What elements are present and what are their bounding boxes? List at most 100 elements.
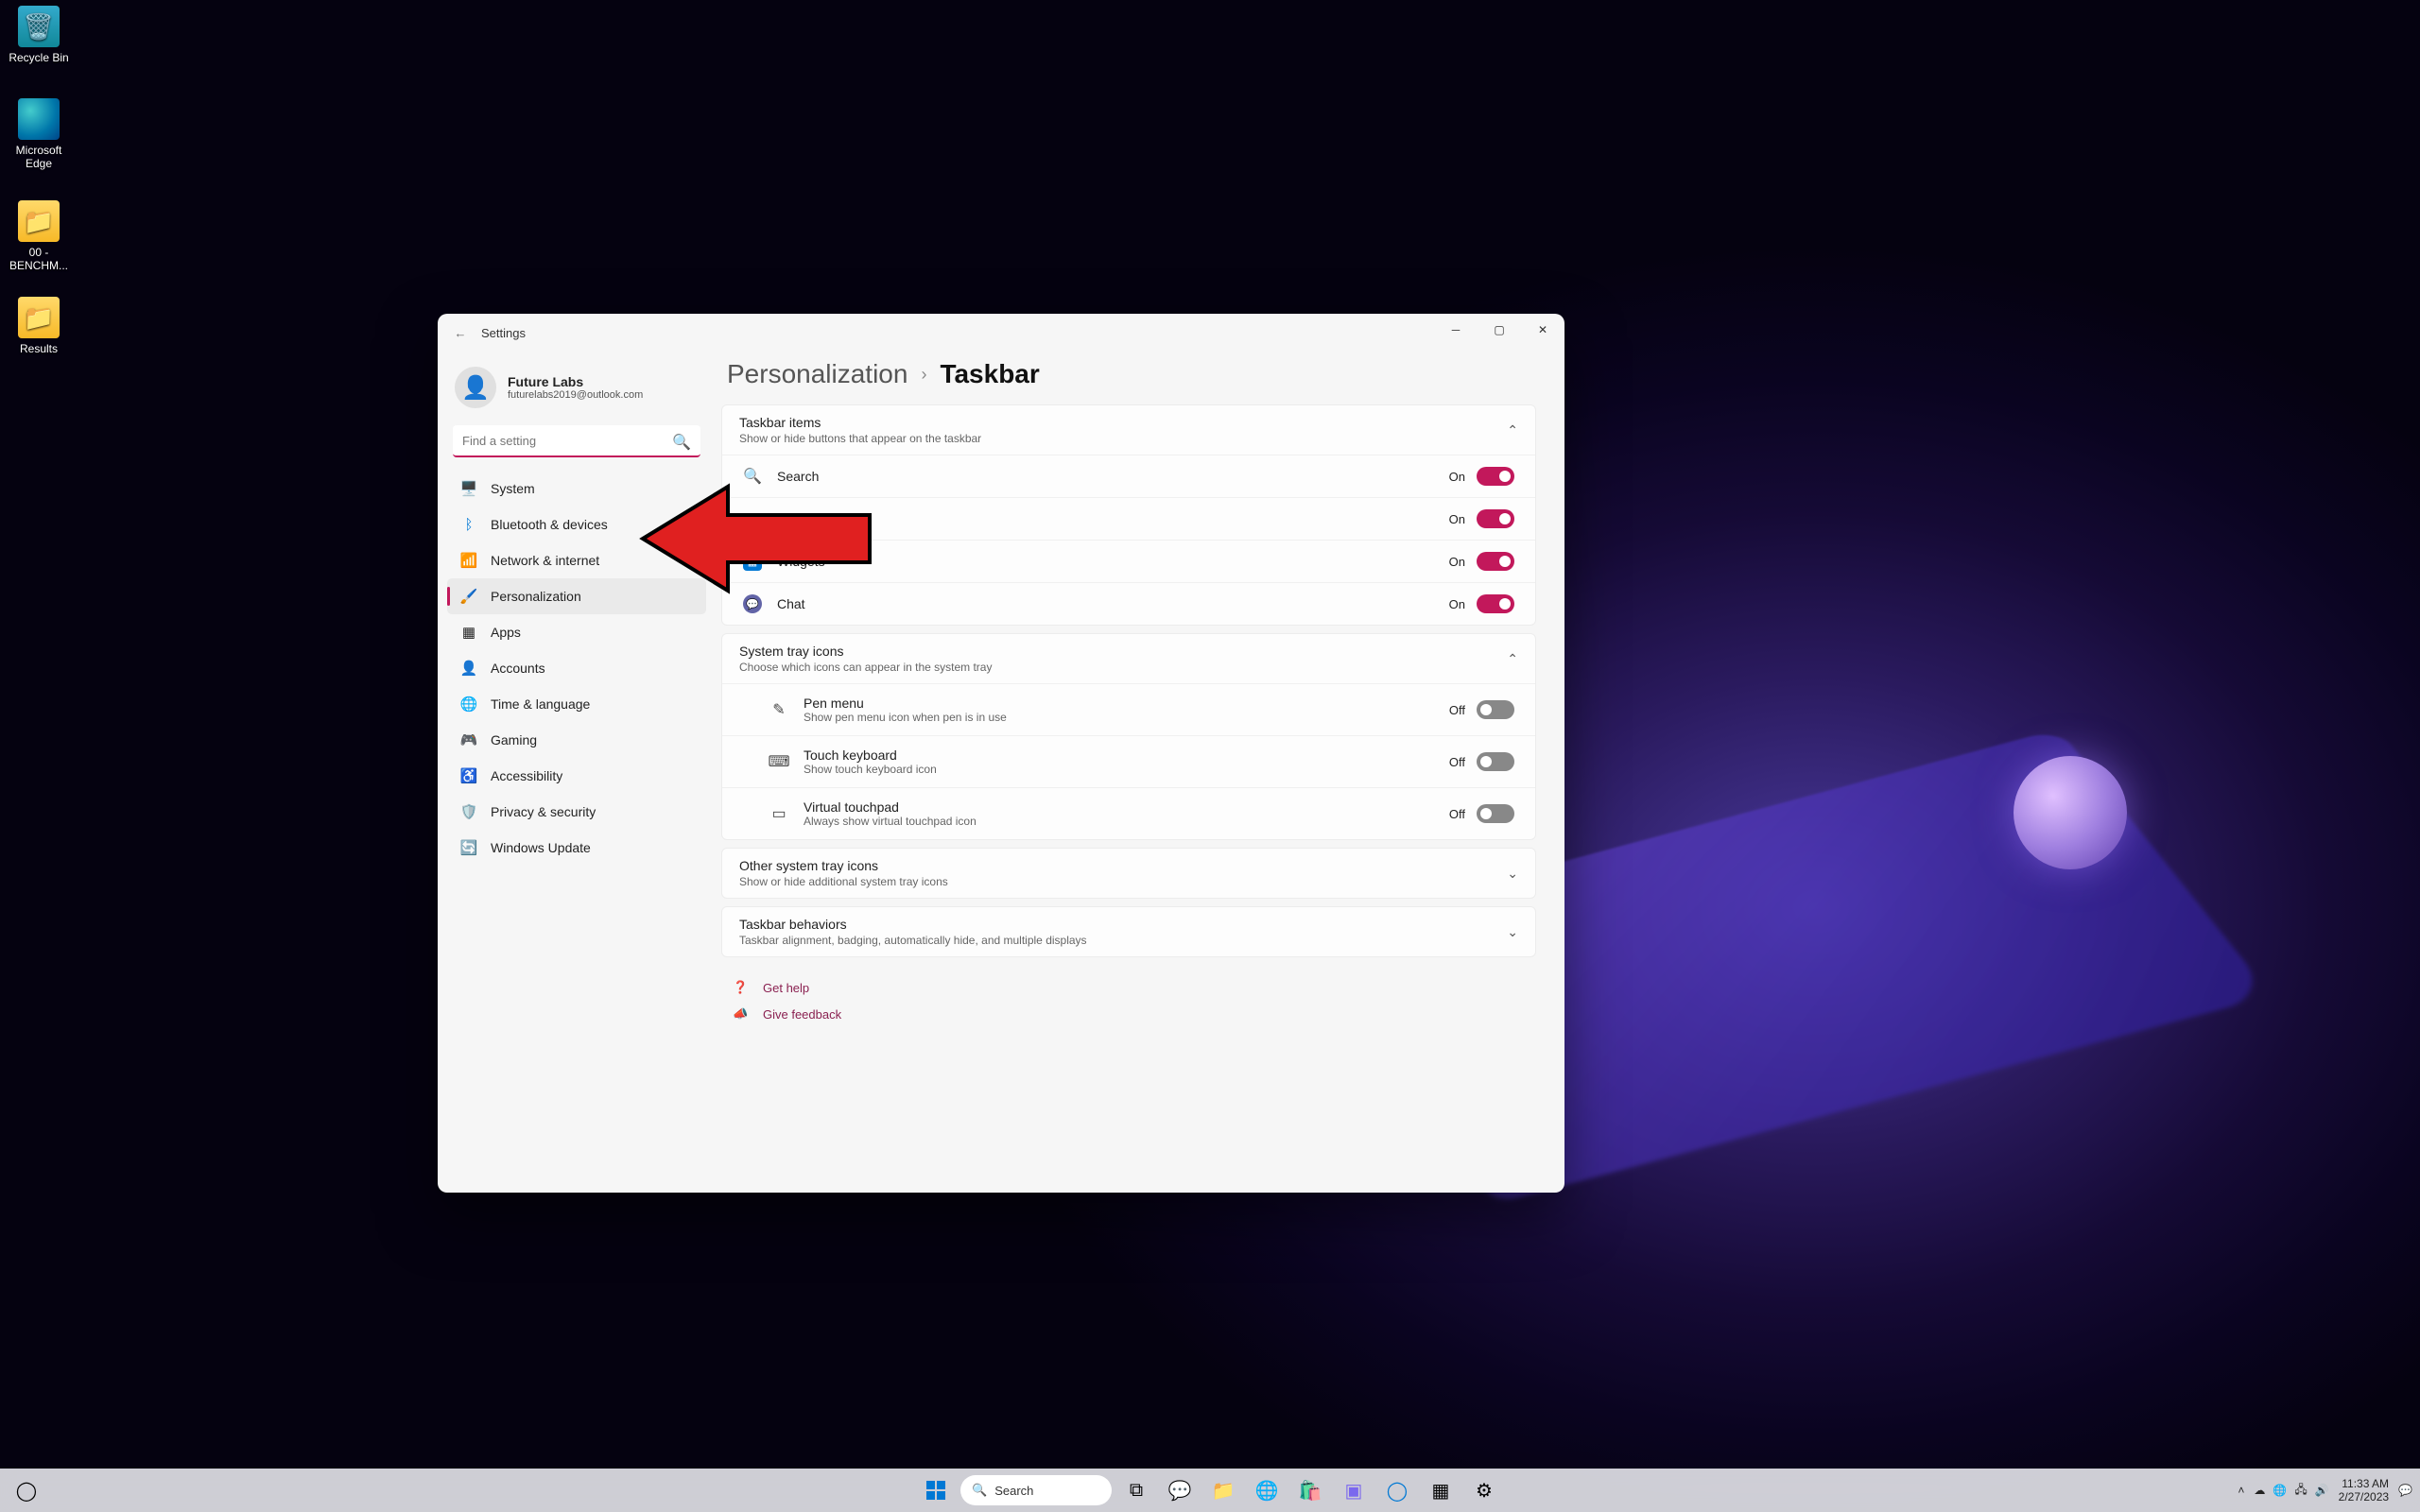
section-title: Other system tray icons (739, 858, 948, 873)
apps-icon: ▦ (460, 624, 477, 641)
app-button[interactable]: ◯ (1378, 1471, 1416, 1509)
chevron-up-icon: ⌃ (1507, 422, 1518, 438)
toggle-pen-menu[interactable] (1477, 700, 1514, 719)
sidebar-item-time-language[interactable]: 🌐Time & language (447, 686, 706, 722)
desktop-icon-folder-benchm[interactable]: 📁 00 - BENCHM... (6, 200, 72, 273)
sidebar-item-system[interactable]: 🖥️System (447, 471, 706, 507)
section-title: Taskbar items (739, 415, 981, 430)
toggle-widgets[interactable] (1477, 552, 1514, 571)
language-icon[interactable]: 🌐 (2273, 1484, 2287, 1497)
taskbar-behaviors-section: Taskbar behaviors Taskbar alignment, bad… (721, 906, 1536, 957)
give-feedback-link[interactable]: 📣Give feedback (729, 1001, 1529, 1027)
toggle-search[interactable] (1477, 467, 1514, 486)
section-subtitle: Choose which icons can appear in the sys… (739, 661, 992, 674)
paintbrush-icon: 🖌️ (460, 588, 477, 605)
volume-icon[interactable]: 🔊 (2315, 1484, 2329, 1497)
bluetooth-icon: ᛒ (460, 516, 477, 533)
network-icon[interactable]: 🖧 (2294, 1481, 2307, 1501)
sidebar-item-personalization[interactable]: 🖌️ Personalization (447, 578, 706, 614)
toggle-state: On (1449, 470, 1465, 484)
sidebar-item-label: Gaming (491, 732, 537, 747)
sidebar-item-apps[interactable]: ▦Apps (447, 614, 706, 650)
row-search: 🔍Search On (722, 455, 1535, 497)
sidebar: 👤 Future Labs futurelabs2019@outlook.com… (438, 352, 712, 1193)
desktop-icon-label: Recycle Bin (6, 51, 72, 64)
sidebar-item-network[interactable]: 📶Network & internet (447, 542, 706, 578)
app-button[interactable]: ▣ (1335, 1471, 1373, 1509)
search-icon: 🔍 (743, 467, 762, 486)
sidebar-item-accessibility[interactable]: ♿Accessibility (447, 758, 706, 794)
tray-overflow-icon[interactable]: ˄ (2238, 1484, 2244, 1497)
desktop-icon-label: 00 - BENCHM... (6, 246, 72, 273)
folder-icon: 📁 (18, 200, 60, 242)
toggle-state: Off (1449, 703, 1465, 717)
chevron-down-icon: ⌄ (1507, 866, 1518, 882)
taskbar-search[interactable]: 🔍 Search (960, 1475, 1112, 1505)
sidebar-item-windows-update[interactable]: 🔄Windows Update (447, 830, 706, 866)
clock-time: 11:33 AM (2339, 1477, 2389, 1490)
sidebar-item-label: Windows Update (491, 840, 591, 855)
app-button[interactable]: ⚙ (1465, 1471, 1503, 1509)
search-icon: 🔍 (972, 1483, 987, 1498)
wallpaper-orb (2014, 756, 2127, 869)
toggle-touch-keyboard[interactable] (1477, 752, 1514, 771)
settings-search[interactable]: 🔍 (453, 425, 700, 457)
task-view-button[interactable]: ⧉ (1117, 1471, 1155, 1509)
cortana-button[interactable]: ◯ (8, 1471, 45, 1509)
sidebar-item-accounts[interactable]: 👤Accounts (447, 650, 706, 686)
pen-icon: ✎ (769, 700, 788, 719)
edge-icon (18, 98, 60, 140)
edge-button[interactable]: 🌐 (1248, 1471, 1286, 1509)
toggle-state: On (1449, 555, 1465, 569)
store-button[interactable]: 🛍️ (1291, 1471, 1329, 1509)
maximize-button[interactable]: ▢ (1478, 314, 1521, 346)
onedrive-icon[interactable]: ☁ (2254, 1484, 2265, 1497)
desktop-icon-recycle-bin[interactable]: 🗑️ Recycle Bin (6, 6, 72, 64)
user-block[interactable]: 👤 Future Labs futurelabs2019@outlook.com (447, 361, 706, 421)
clock-date: 2/27/2023 (2339, 1490, 2389, 1503)
touchpad-icon: ▭ (769, 804, 788, 823)
desktop-icon-edge[interactable]: Microsoft Edge (6, 98, 72, 171)
close-button[interactable]: ✕ (1521, 314, 1564, 346)
toggle-virtual-touchpad[interactable] (1477, 804, 1514, 823)
row-label: Chat (777, 596, 805, 611)
desktop-icon-folder-results[interactable]: 📁 Results (6, 297, 72, 355)
shield-icon: 🛡️ (460, 803, 477, 820)
minimize-button[interactable]: ─ (1434, 314, 1478, 346)
avatar-icon: 👤 (455, 367, 496, 408)
content-area: Personalization › Taskbar Taskbar items … (712, 352, 1564, 1193)
section-head-taskbar-items[interactable]: Taskbar items Show or hide buttons that … (722, 405, 1535, 455)
help-icon: ❓ (733, 980, 750, 995)
row-label: Widgets (777, 554, 825, 569)
sidebar-item-gaming[interactable]: 🎮Gaming (447, 722, 706, 758)
taskview-icon (743, 509, 762, 528)
section-head-system-tray[interactable]: System tray icons Choose which icons can… (722, 634, 1535, 683)
clock[interactable]: 11:33 AM 2/27/2023 (2339, 1477, 2389, 1504)
explorer-button[interactable]: 📁 (1204, 1471, 1242, 1509)
start-button[interactable] (917, 1471, 955, 1509)
sidebar-item-label: Accessibility (491, 768, 562, 783)
toggle-chat[interactable] (1477, 594, 1514, 613)
desktop-icon-label: Microsoft Edge (6, 144, 72, 171)
back-button[interactable]: ← (445, 318, 475, 348)
sidebar-item-label: Personalization (491, 589, 581, 604)
app-button[interactable]: ▦ (1422, 1471, 1460, 1509)
toggle-state: On (1449, 597, 1465, 611)
chat-button[interactable]: 💬 (1161, 1471, 1199, 1509)
system-tray[interactable]: ☁ 🌐 🖧 🔊 (2254, 1481, 2328, 1501)
search-input[interactable] (453, 425, 700, 457)
toggle-taskview[interactable] (1477, 509, 1514, 528)
section-head-other-tray[interactable]: Other system tray icons Show or hide add… (722, 849, 1535, 898)
row-widgets: ▦Widgets On (722, 540, 1535, 582)
section-head-behaviors[interactable]: Taskbar behaviors Taskbar alignment, bad… (722, 907, 1535, 956)
breadcrumb-parent[interactable]: Personalization (727, 359, 908, 389)
row-sub: Show touch keyboard icon (804, 763, 937, 776)
notifications-icon[interactable]: 💬 (2398, 1484, 2412, 1497)
taskbar-search-label: Search (994, 1484, 1033, 1498)
get-help-link[interactable]: ❓Get help (729, 974, 1529, 1001)
sidebar-item-bluetooth[interactable]: ᛒBluetooth & devices (447, 507, 706, 542)
sidebar-item-privacy[interactable]: 🛡️Privacy & security (447, 794, 706, 830)
row-sub: Always show virtual touchpad icon (804, 815, 977, 828)
row-touch-keyboard: ⌨Touch keyboardShow touch keyboard icon … (722, 735, 1535, 787)
titlebar[interactable]: ← Settings ─ ▢ ✕ (438, 314, 1564, 352)
